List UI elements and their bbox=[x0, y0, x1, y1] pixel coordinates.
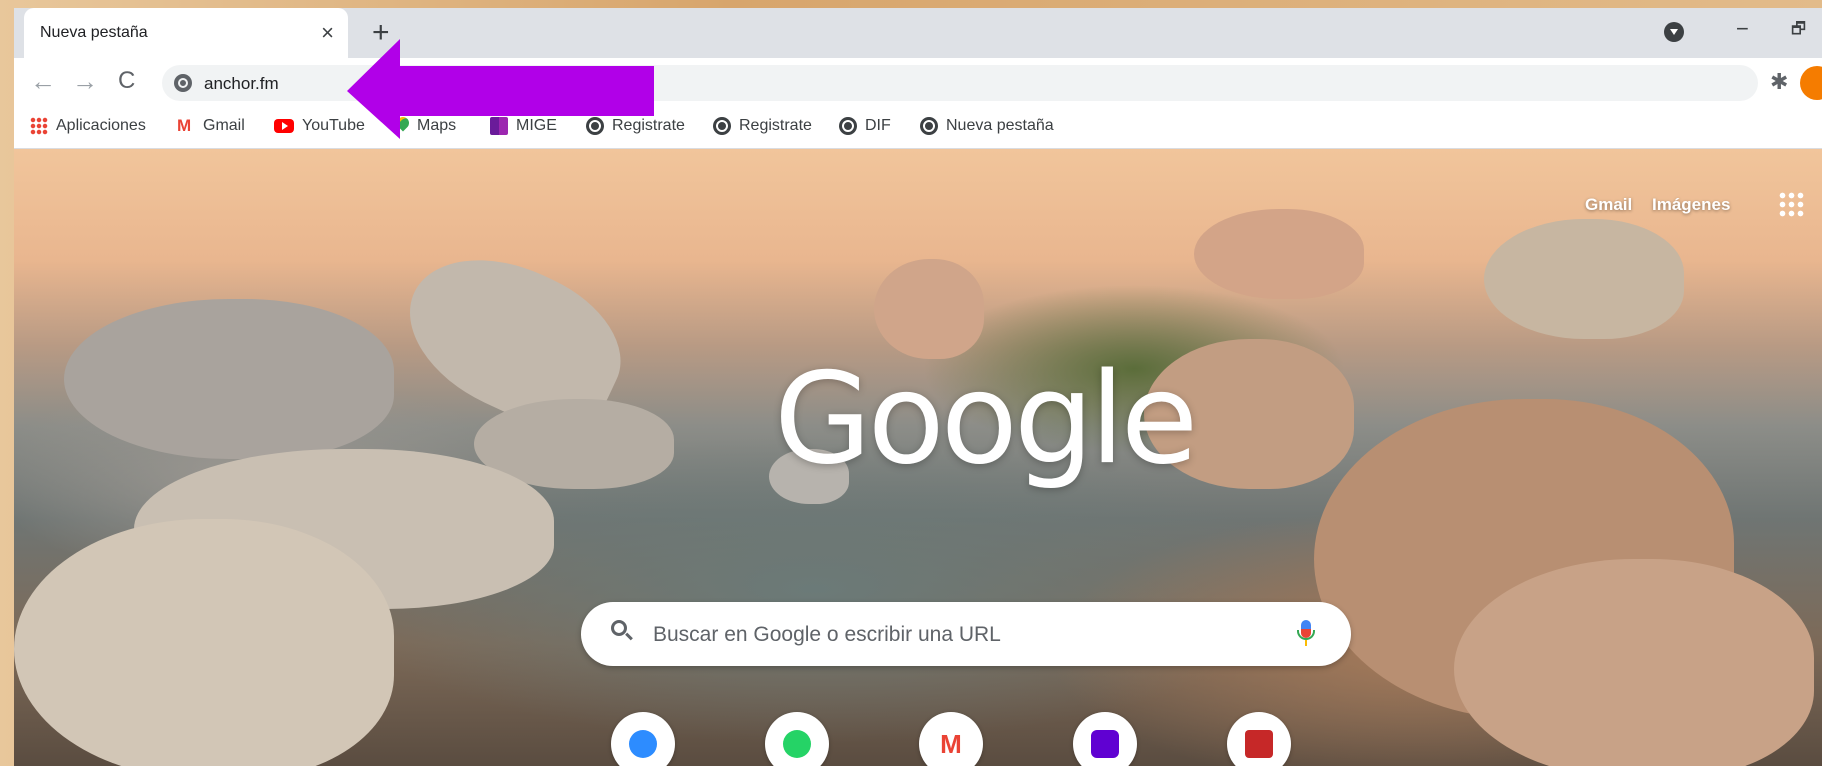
images-link[interactable]: Imágenes bbox=[1652, 195, 1730, 215]
background-rock bbox=[1454, 559, 1814, 766]
google-apps-icon[interactable] bbox=[1778, 191, 1804, 217]
background-rock bbox=[64, 299, 394, 459]
shortcut-zoom[interactable] bbox=[611, 712, 675, 766]
bookmark-label: Gmail bbox=[203, 117, 245, 134]
url-text[interactable]: anchor.fm bbox=[204, 74, 279, 94]
annotation-arrow bbox=[347, 39, 654, 139]
bookmark-gmail[interactable]: M Gmail bbox=[177, 117, 245, 135]
forward-button[interactable]: → bbox=[72, 66, 98, 97]
tab-nueva-pestana[interactable]: Nueva pestaña × bbox=[24, 8, 348, 58]
back-button[interactable]: ← bbox=[30, 66, 56, 97]
search-box[interactable] bbox=[581, 602, 1351, 666]
crest-icon bbox=[1245, 730, 1273, 758]
search-icon bbox=[611, 620, 627, 636]
profile-avatar[interactable] bbox=[1800, 66, 1822, 100]
minimize-button[interactable]: − bbox=[1736, 16, 1749, 42]
globe-icon bbox=[713, 117, 731, 135]
extensions-icon[interactable]: ✱ bbox=[1770, 69, 1788, 95]
globe-icon bbox=[839, 117, 857, 135]
bookmark-label: DIF bbox=[865, 117, 891, 134]
bookmark-aplicaciones[interactable]: Aplicaciones bbox=[30, 117, 146, 135]
toolbar: ← → C anchor.fm ✱ bbox=[14, 58, 1822, 106]
background-rock bbox=[874, 259, 984, 359]
background-rock bbox=[1194, 209, 1364, 299]
youtube-icon bbox=[274, 119, 294, 133]
bookmark-nueva-pestana[interactable]: Nueva pestaña bbox=[920, 117, 1054, 135]
bookmark-label: Aplicaciones bbox=[56, 117, 146, 134]
tab-strip: Nueva pestaña × + − 🗗 bbox=[14, 8, 1822, 58]
bookmark-registrate-2[interactable]: Registrate bbox=[713, 117, 812, 135]
gmail-icon: M bbox=[937, 730, 965, 758]
bookmark-dif[interactable]: DIF bbox=[839, 117, 891, 135]
close-tab-icon[interactable]: × bbox=[321, 20, 334, 46]
google-logo: Google bbox=[774, 345, 1198, 492]
shortcut-mail[interactable] bbox=[1073, 712, 1137, 766]
apps-icon bbox=[30, 117, 48, 135]
bookmark-label: Registrate bbox=[739, 117, 812, 134]
bookmarks-bar: Aplicaciones M Gmail YouTube Maps MIGE R… bbox=[14, 106, 1822, 149]
bookmark-label: Nueva pestaña bbox=[946, 117, 1054, 134]
shortcut-whatsapp[interactable] bbox=[765, 712, 829, 766]
mail-icon bbox=[1091, 730, 1119, 758]
globe-icon bbox=[920, 117, 938, 135]
background-rock bbox=[1484, 219, 1684, 339]
browser-window: Nueva pestaña × + − 🗗 ← → C anchor.fm ✱ … bbox=[14, 8, 1822, 766]
reload-button[interactable]: C bbox=[118, 67, 135, 95]
new-tab-page: Gmail Imágenes Google M bbox=[14, 149, 1822, 766]
site-info-icon[interactable] bbox=[174, 74, 192, 92]
gmail-icon: M bbox=[177, 116, 192, 135]
shortcut-crest[interactable] bbox=[1227, 712, 1291, 766]
background-rock bbox=[14, 519, 394, 766]
search-input[interactable] bbox=[651, 614, 1275, 656]
zoom-icon bbox=[629, 730, 657, 758]
whatsapp-icon bbox=[783, 730, 811, 758]
tab-search-icon[interactable] bbox=[1664, 22, 1684, 42]
microphone-icon[interactable] bbox=[1297, 620, 1315, 646]
gmail-link[interactable]: Gmail bbox=[1585, 195, 1632, 215]
shortcut-gmail[interactable]: M bbox=[919, 712, 983, 766]
tab-title: Nueva pestaña bbox=[40, 24, 148, 41]
restore-button[interactable]: 🗗 bbox=[1791, 18, 1806, 45]
